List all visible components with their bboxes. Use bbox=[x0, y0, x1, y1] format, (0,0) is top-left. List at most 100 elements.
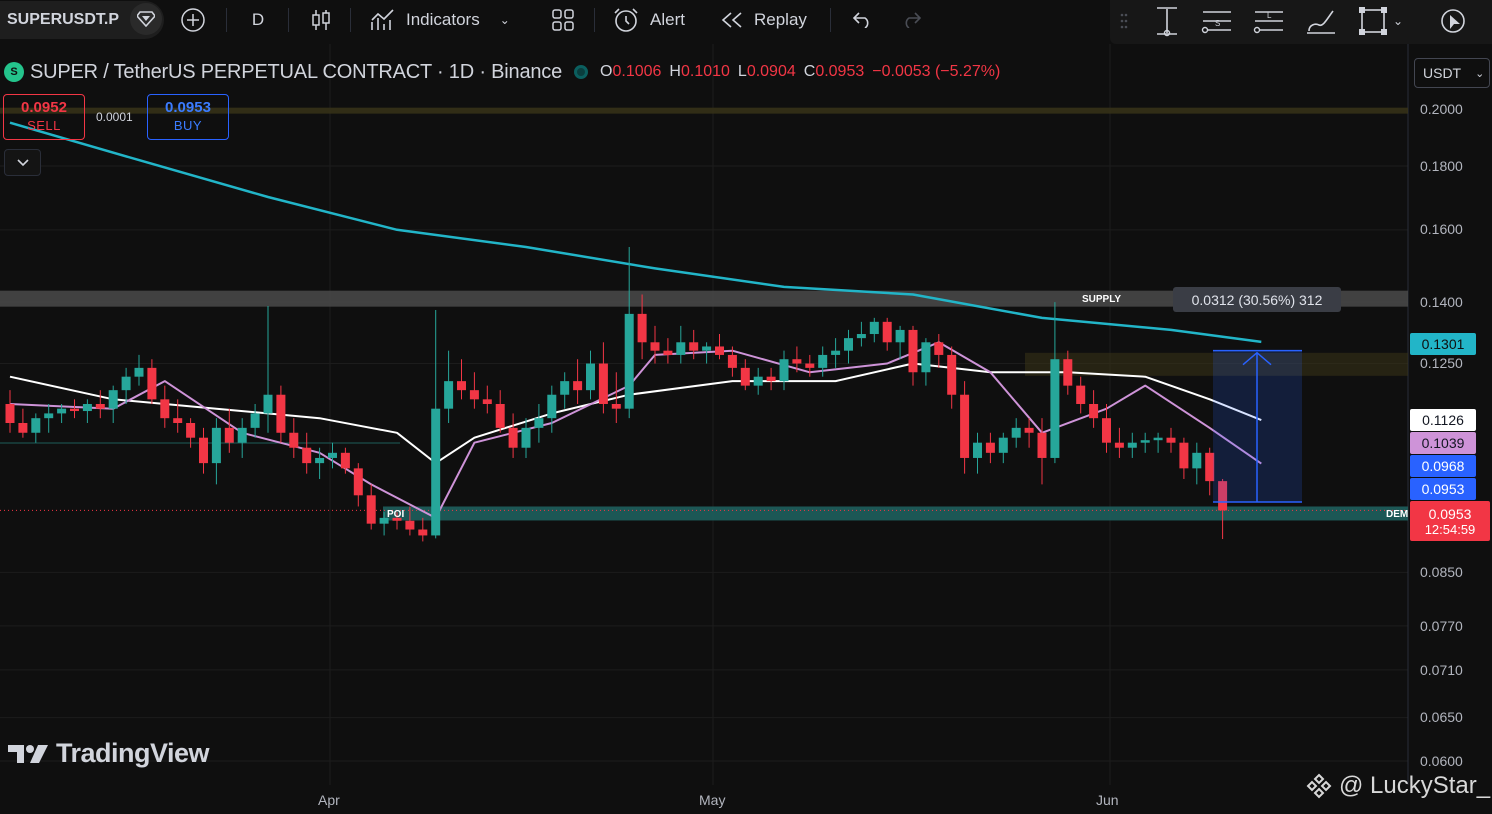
time-axis-label: Apr bbox=[318, 792, 340, 808]
time-axis-label: Jun bbox=[1096, 792, 1119, 808]
candle-body bbox=[1050, 359, 1060, 458]
bar-countdown: 12:54:59 bbox=[1424, 521, 1476, 537]
candle-body bbox=[882, 321, 892, 343]
price-axis-label: 0.1400 bbox=[1420, 294, 1463, 310]
collapse-legend-button[interactable] bbox=[4, 149, 41, 176]
low-label: L bbox=[737, 63, 747, 80]
candle-body bbox=[250, 413, 260, 428]
candle-body bbox=[431, 408, 441, 536]
time-axis-label: May bbox=[699, 792, 726, 808]
measure-result-label: 0.0312 (30.56%) 312 bbox=[1173, 287, 1341, 312]
candle-body bbox=[650, 342, 660, 351]
candle-body bbox=[57, 408, 67, 414]
candle-body bbox=[1153, 437, 1163, 441]
candle-body bbox=[637, 313, 647, 343]
chevron-down-icon: ⌄ bbox=[1475, 67, 1485, 80]
candle-body bbox=[353, 468, 363, 496]
candle-body bbox=[289, 432, 299, 448]
candle-body bbox=[1114, 442, 1124, 448]
price-axis-label: 0.0770 bbox=[1420, 618, 1463, 634]
price-axis-label: 0.1600 bbox=[1420, 221, 1463, 237]
candle-body bbox=[818, 354, 828, 368]
candle-body bbox=[676, 342, 686, 355]
brand-name: TradingView bbox=[56, 738, 210, 768]
last-price-value: 0.0953 bbox=[1428, 505, 1472, 522]
demand-zone-label: DEM bbox=[1386, 509, 1409, 520]
candle-body bbox=[508, 427, 518, 448]
open-label: O bbox=[600, 63, 613, 80]
open-value: 0.1006 bbox=[612, 63, 662, 80]
candle-body bbox=[715, 346, 724, 355]
candle-body bbox=[173, 418, 183, 423]
candle-body bbox=[611, 403, 621, 409]
candle-body bbox=[186, 422, 196, 438]
candle-body bbox=[869, 321, 879, 335]
currency-select[interactable]: USDT ⌄ bbox=[1414, 58, 1490, 88]
poi-demand-zone bbox=[383, 506, 1408, 521]
candle-body bbox=[521, 427, 531, 448]
close-label: C bbox=[803, 63, 816, 80]
candle-body bbox=[895, 329, 905, 343]
candle-body bbox=[740, 367, 750, 386]
candle-body bbox=[1205, 452, 1215, 482]
candle-body bbox=[340, 452, 350, 469]
candle-body bbox=[947, 354, 957, 395]
tradingview-logo-icon bbox=[8, 744, 48, 763]
candle-body bbox=[598, 363, 608, 404]
candle-body bbox=[1076, 385, 1086, 404]
candle-body bbox=[934, 342, 944, 355]
price-axis-label: 0.0600 bbox=[1420, 753, 1463, 769]
bid-price-tag: 0.0953 bbox=[1410, 478, 1476, 500]
ema-slow-price-tag: 0.1301 bbox=[1410, 333, 1476, 355]
price-axis-label: 0.2000 bbox=[1420, 101, 1463, 117]
candle-body bbox=[908, 329, 918, 373]
candle-body bbox=[1166, 437, 1176, 443]
candle-body bbox=[108, 390, 118, 409]
legend-title[interactable]: SUPER / TetherUS PERPETUAL CONTRACT · 1D… bbox=[30, 61, 562, 84]
tradingview-logo[interactable]: TradingView bbox=[8, 738, 210, 769]
candle-body bbox=[560, 381, 570, 395]
candle-body bbox=[95, 403, 105, 409]
candle-body bbox=[147, 367, 157, 400]
chevron-down-icon bbox=[16, 158, 29, 166]
candle-body bbox=[199, 437, 208, 464]
candle-body bbox=[1063, 359, 1073, 386]
spread-value: 0.0001 bbox=[96, 110, 133, 124]
buy-button[interactable]: 0.0953 BUY bbox=[147, 94, 229, 140]
candle-body bbox=[315, 457, 325, 464]
candle-body bbox=[534, 418, 544, 428]
last-price-tag: 0.0953 12:54:59 bbox=[1410, 501, 1490, 541]
candle-body bbox=[1179, 442, 1189, 469]
candle-body bbox=[586, 363, 595, 391]
candle-body bbox=[457, 381, 466, 391]
high-label: H bbox=[669, 63, 681, 80]
candle-body bbox=[1192, 452, 1202, 469]
ema-slow-polyline bbox=[9, 121, 1262, 344]
candle-body bbox=[160, 399, 170, 419]
buy-label: BUY bbox=[173, 118, 203, 133]
poi-zone-label: POI bbox=[387, 509, 405, 520]
measure-tool bbox=[1213, 349, 1302, 503]
candle-body bbox=[31, 418, 41, 433]
candle-body bbox=[960, 394, 970, 458]
candle-body bbox=[1102, 418, 1111, 443]
sma-price-tag: 0.1126 bbox=[1410, 409, 1476, 431]
sell-button[interactable]: 0.0952 SELL bbox=[3, 94, 85, 140]
candle-body bbox=[921, 342, 931, 373]
currency-label: USDT bbox=[1423, 65, 1462, 81]
candle-body bbox=[263, 394, 273, 414]
sell-label: SELL bbox=[27, 118, 61, 133]
candle-body bbox=[276, 394, 286, 433]
sell-price: 0.0952 bbox=[21, 99, 67, 116]
candle-body bbox=[702, 346, 712, 351]
candle-body bbox=[805, 363, 815, 368]
buy-price: 0.0953 bbox=[165, 99, 211, 116]
candle-body bbox=[689, 342, 699, 351]
supply-zone-label: SUPPLY bbox=[1082, 294, 1122, 305]
watermark-text: @ LuckyStar_ bbox=[1339, 772, 1491, 799]
candle-body bbox=[405, 520, 415, 530]
candle-body bbox=[224, 427, 234, 443]
candle-body bbox=[495, 403, 505, 428]
close-value: 0.0953 bbox=[815, 63, 865, 80]
candle-body bbox=[121, 376, 131, 391]
